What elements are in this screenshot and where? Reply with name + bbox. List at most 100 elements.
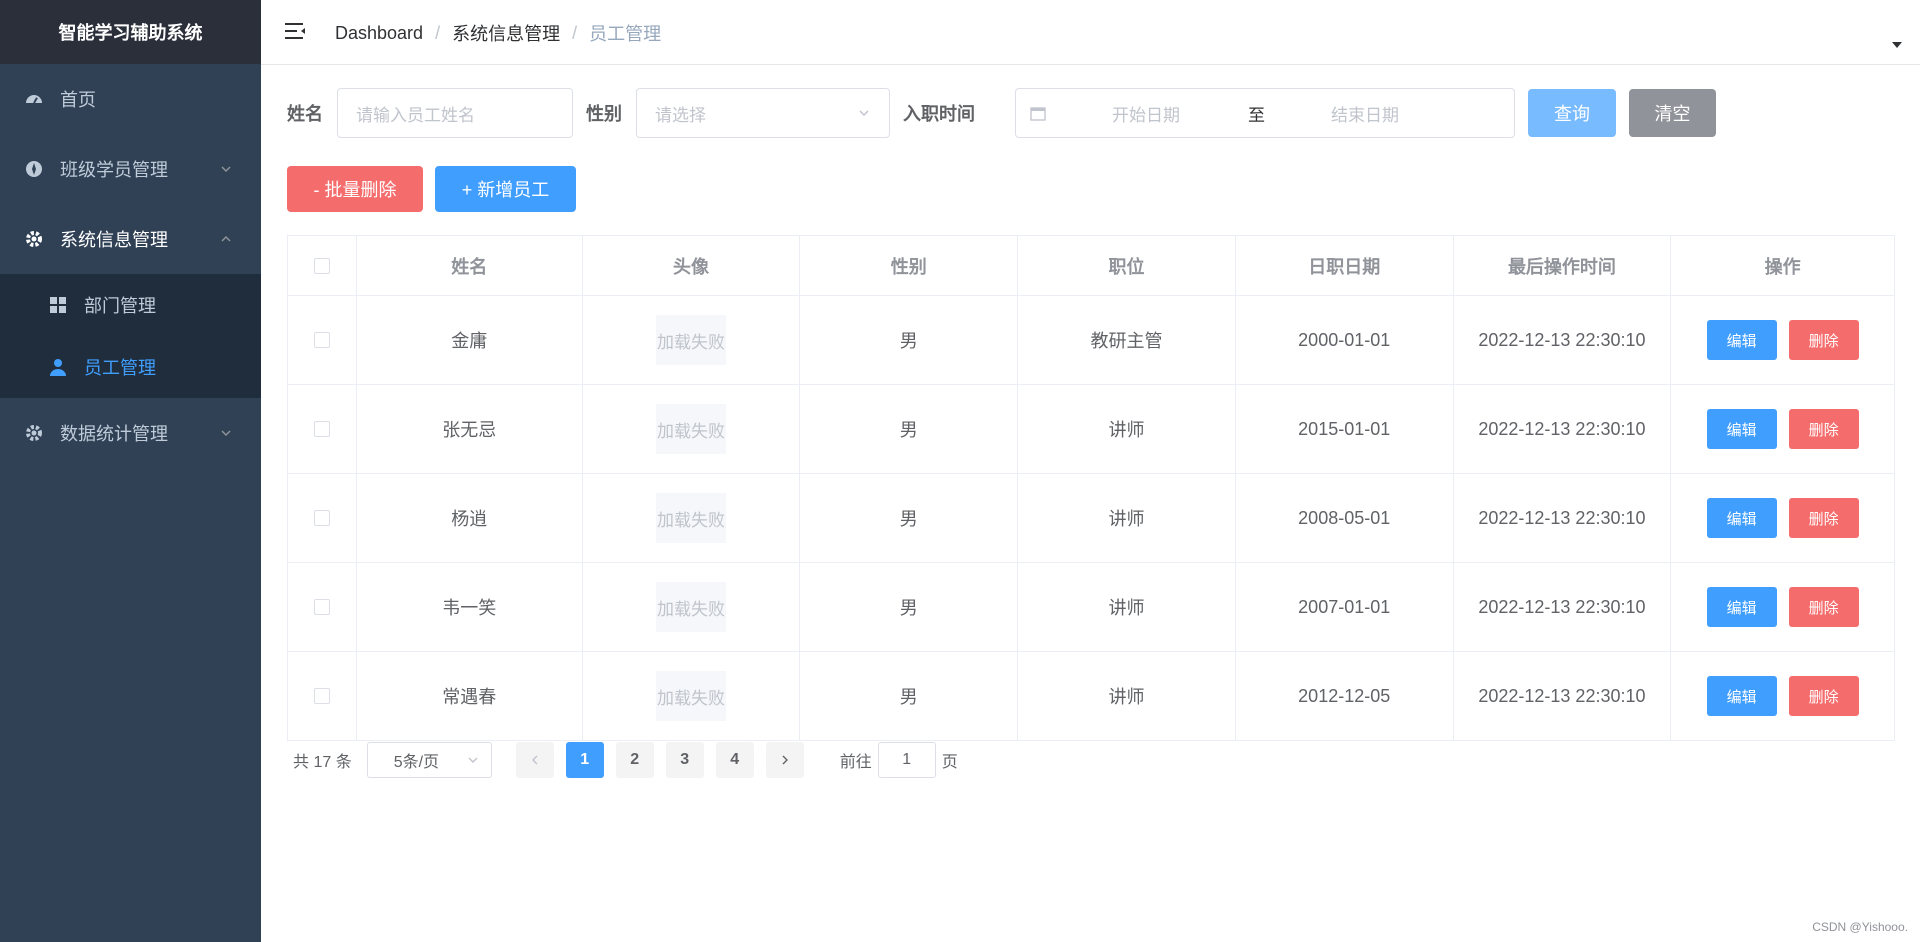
table-row: 韦一笑 加载失败 男讲师 2007-01-01 2022-12-13 22:30:10 编… xyxy=(288,563,1894,652)
cell-job: 讲师 xyxy=(1018,563,1236,651)
edit-button[interactable]: 编辑 xyxy=(1706,498,1777,538)
cell-job: 讲师 xyxy=(1018,385,1236,473)
chevron-left-icon xyxy=(531,755,538,765)
add-employee-button[interactable]: + 新增员工 xyxy=(435,166,576,212)
watermark-text: CSDN @Yishooo. xyxy=(1812,920,1908,934)
edit-button[interactable]: 编辑 xyxy=(1706,587,1777,627)
query-button[interactable]: 查询 xyxy=(1528,89,1616,137)
cell-update-time: 2022-12-13 22:30:10 xyxy=(1454,296,1672,384)
cell-gender: 男 xyxy=(800,296,1019,384)
next-page-button[interactable] xyxy=(765,742,804,778)
name-input[interactable]: 请输入员工姓名 xyxy=(337,88,573,138)
sidebar-item-statistics[interactable]: 数据统计管理 xyxy=(0,398,261,468)
edit-button[interactable]: 编辑 xyxy=(1706,676,1777,716)
cell-job: 教研主管 xyxy=(1018,296,1236,384)
delete-button[interactable]: 删除 xyxy=(1788,498,1859,538)
end-date-input[interactable]: 结束日期 xyxy=(1331,101,1399,126)
cell-entry-date: 2000-01-01 xyxy=(1236,296,1454,384)
breadcrumb-item-current: 员工管理 xyxy=(589,24,662,44)
cell-gender: 男 xyxy=(800,385,1019,473)
total-count: 共 17 条 xyxy=(293,754,352,771)
column-header-entry-date: 日职日期 xyxy=(1236,236,1454,295)
page-size-select[interactable]: 5条/页 xyxy=(366,742,492,778)
prev-page-button[interactable] xyxy=(515,742,554,778)
goto-page-input[interactable]: 1 xyxy=(877,742,936,778)
name-input-placeholder: 请输入员工姓名 xyxy=(356,105,475,125)
row-checkbox[interactable] xyxy=(313,510,330,526)
table-row: 金庸 加载失败 男教研主管 2000-01-01 2022-12-13 22:30:10… xyxy=(288,296,1894,385)
search-form: 姓名 请输入员工姓名 性别 请选择 入职时间 开始日期 至 结束日期 查询 清空 xyxy=(287,88,1716,138)
delete-button[interactable]: 删除 xyxy=(1788,587,1859,627)
sidebar-item-label: 系统信息管理 xyxy=(60,230,168,250)
goto-suffix: 页 xyxy=(941,754,958,771)
avatar-load-failed: 加载失败 xyxy=(656,582,726,632)
date-range-picker[interactable]: 开始日期 至 结束日期 xyxy=(1015,88,1515,138)
employee-table: 姓名 头像 性别 职位 日职日期 最后操作时间 操作 金庸 加载失败男教研主管 20… xyxy=(287,235,1895,741)
delete-button[interactable]: 删除 xyxy=(1788,409,1859,449)
column-header-avatar: 头像 xyxy=(583,236,801,295)
sidebar-item-employee[interactable]: 员工管理 xyxy=(0,336,261,398)
delete-button[interactable]: 删除 xyxy=(1788,320,1859,360)
caret-down-icon[interactable] xyxy=(1892,42,1902,48)
page-size-value: 5条/页 xyxy=(393,754,440,771)
submenu-system-info: 部门管理 员工管理 xyxy=(0,274,261,398)
row-checkbox[interactable] xyxy=(313,599,330,615)
cell-update-time: 2022-12-13 22:30:10 xyxy=(1454,652,1672,740)
sidebar-item-department[interactable]: 部门管理 xyxy=(0,274,261,336)
cell-gender: 男 xyxy=(800,474,1019,562)
avatar-load-failed: 加载失败 xyxy=(656,493,726,543)
chevron-up-icon xyxy=(221,235,231,242)
select-all-checkbox[interactable] xyxy=(313,257,330,274)
cell-gender: 男 xyxy=(800,563,1019,651)
column-header-name: 姓名 xyxy=(357,236,583,295)
gender-label: 性别 xyxy=(586,104,622,124)
column-header-actions: 操作 xyxy=(1764,256,1801,277)
calendar-icon xyxy=(1030,107,1046,121)
hamburger-icon[interactable] xyxy=(283,19,307,43)
breadcrumb-item[interactable]: 系统信息管理 xyxy=(452,20,560,46)
edit-button[interactable]: 编辑 xyxy=(1706,320,1777,360)
chevron-down-icon xyxy=(221,166,231,173)
name-label: 姓名 xyxy=(287,104,323,124)
compass-icon xyxy=(24,159,44,179)
page-button-4[interactable]: 4 xyxy=(715,742,754,778)
sidebar-item-class-students[interactable]: 班级学员管理 xyxy=(0,134,261,204)
row-checkbox[interactable] xyxy=(313,332,330,348)
breadcrumb-item[interactable]: Dashboard xyxy=(335,23,423,44)
sidebar-item-label: 班级学员管理 xyxy=(60,160,168,180)
cell-name: 金庸 xyxy=(357,296,583,384)
page-button-2[interactable]: 2 xyxy=(615,742,654,778)
dashboard-icon xyxy=(24,89,44,109)
gear-icon xyxy=(24,423,44,443)
sidebar-item-home[interactable]: 首页 xyxy=(0,64,261,134)
delete-button[interactable]: 删除 xyxy=(1788,676,1859,716)
row-checkbox[interactable] xyxy=(313,688,330,704)
goto-page-value: 1 xyxy=(902,751,912,768)
edit-button[interactable]: 编辑 xyxy=(1706,409,1777,449)
batch-delete-button[interactable]: - 批量删除 xyxy=(287,166,423,212)
chevron-right-icon xyxy=(782,755,788,765)
clear-button[interactable]: 清空 xyxy=(1629,89,1716,137)
app-title: 智能学习辅助系统 xyxy=(0,0,261,64)
avatar-load-failed: 加载失败 xyxy=(656,315,726,365)
gender-select[interactable]: 请选择 xyxy=(636,88,890,138)
gear-icon xyxy=(24,229,44,249)
page-button-1[interactable]: 1 xyxy=(565,742,604,778)
column-header-job: 职位 xyxy=(1018,236,1236,295)
cell-name: 常遇春 xyxy=(357,652,583,740)
top-header: Dashboard / 系统信息管理 / 员工管理 xyxy=(261,0,1920,65)
sidebar-item-system-info[interactable]: 系统信息管理 xyxy=(0,204,261,274)
cell-entry-date: 2012-12-05 xyxy=(1236,652,1454,740)
range-separator: 至 xyxy=(1248,105,1265,125)
breadcrumb: Dashboard / 系统信息管理 / 员工管理 xyxy=(335,20,661,46)
start-date-input[interactable]: 开始日期 xyxy=(1112,101,1180,126)
table-header: 姓名 头像 性别 职位 日职日期 最后操作时间 操作 xyxy=(288,236,1894,296)
row-checkbox[interactable] xyxy=(313,421,330,437)
gender-select-placeholder: 请选择 xyxy=(655,105,706,125)
table-row: 杨逍 加载失败 男讲师 2008-05-01 2022-12-13 22:30:10 编辑… xyxy=(288,474,1894,563)
column-header-gender: 性别 xyxy=(800,236,1019,295)
cell-update-time: 2022-12-13 22:30:10 xyxy=(1454,474,1672,562)
sidebar: 智能学习辅助系统 首页 班级学员管理 系统信息管理 部门管理 员工管理 数据统计… xyxy=(0,0,261,942)
goto-label: 前往 xyxy=(839,754,872,771)
page-button-3[interactable]: 3 xyxy=(665,742,704,778)
